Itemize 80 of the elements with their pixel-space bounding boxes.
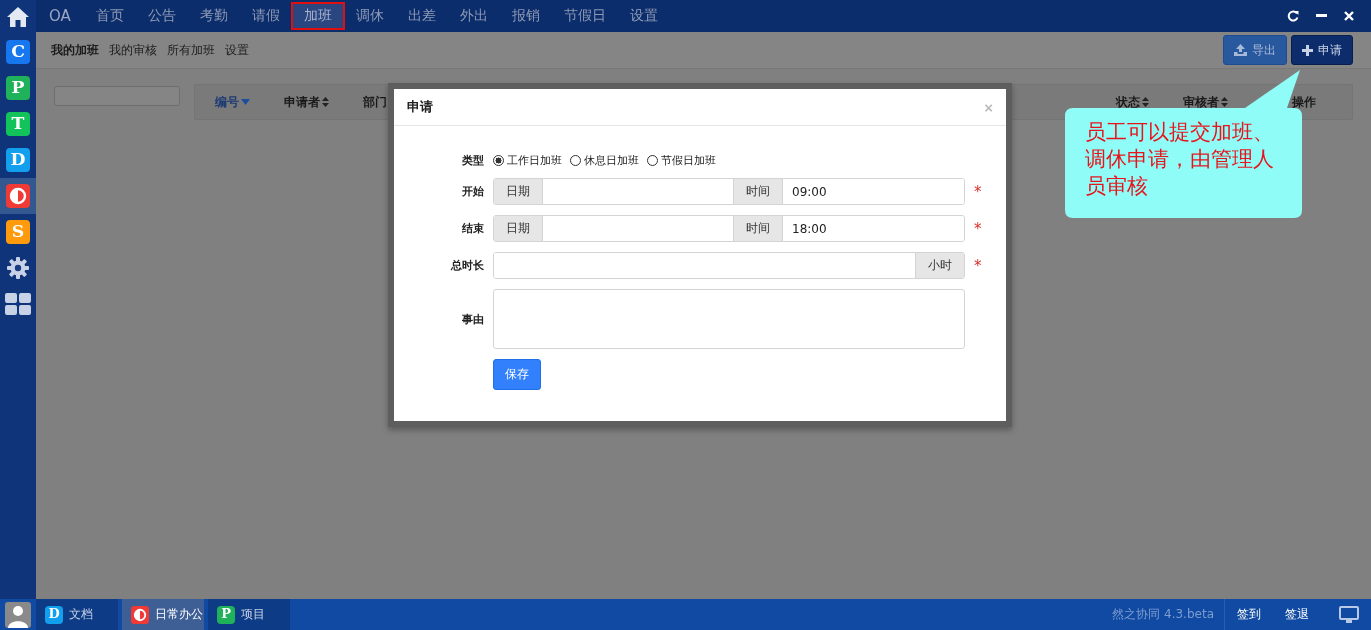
taskbar-item[interactable]: D 文档	[36, 599, 118, 630]
nav-tab[interactable]: 节假日	[552, 4, 617, 28]
grid-icon[interactable]	[5, 293, 31, 315]
app-icon[interactable]: C	[6, 40, 30, 64]
date-time-field[interactable]: 日期 时间 18:00	[493, 215, 965, 242]
sub-nav-link[interactable]: 设置	[225, 41, 249, 59]
plus-icon	[1302, 44, 1313, 56]
sort-icon[interactable]	[322, 97, 329, 107]
refresh-icon[interactable]	[1287, 10, 1299, 22]
sub-nav-link[interactable]: 我的审核	[109, 41, 157, 59]
required-mark: *	[974, 182, 983, 201]
taskbar-item[interactable]: 日常办公	[122, 599, 204, 630]
sort-icon[interactable]	[1142, 97, 1149, 107]
radio-option[interactable]: 节假日加班	[647, 153, 716, 168]
field-label: 类型	[461, 153, 484, 168]
column-header[interactable]: 申请者	[284, 93, 329, 111]
brand-link[interactable]: OA	[49, 7, 71, 25]
app-icon[interactable]: D	[6, 148, 30, 172]
addon-label: 日期	[494, 179, 543, 204]
nav-tab[interactable]: 加班	[292, 4, 343, 28]
column-header[interactable]: 状态	[1116, 93, 1149, 111]
addon-label: 时间	[734, 179, 783, 204]
addon-label: 小时	[915, 253, 964, 278]
sidebar-item[interactable]: P	[0, 70, 36, 106]
field-label: 结束	[461, 221, 484, 236]
required-mark: *	[974, 256, 983, 275]
upload-icon	[1234, 44, 1247, 56]
field-label: 总时长	[449, 258, 484, 273]
task-label[interactable]: 文档	[69, 606, 93, 623]
column-header[interactable]: 操作	[1292, 93, 1316, 111]
column-header[interactable]: 部门	[363, 93, 387, 111]
column-header[interactable]: 编号	[215, 93, 250, 111]
close-icon[interactable]	[1344, 11, 1354, 21]
column-header[interactable]: 审核者	[1183, 93, 1228, 111]
sign-button[interactable]: 签退	[1273, 606, 1321, 623]
date-time-field[interactable]: 日期 时间 09:00	[493, 178, 965, 205]
version-text: 然之协同 4.3.beta	[1112, 599, 1225, 630]
addon-label: 时间	[734, 216, 783, 241]
callout-text: 员工可以提交加班、调休申请，由管理人员审核	[1085, 119, 1275, 200]
reason-field[interactable]	[493, 289, 965, 349]
sidebar-item[interactable]: D	[0, 142, 36, 178]
nav-tab[interactable]: 考勤	[188, 4, 239, 28]
contrast-icon[interactable]	[6, 184, 30, 208]
required-mark: *	[974, 219, 983, 238]
radio-option[interactable]: 休息日加班	[570, 153, 639, 168]
sign-button[interactable]: 签到	[1225, 606, 1273, 623]
task-label[interactable]: 项目	[241, 606, 265, 623]
sub-nav-link[interactable]: 所有加班	[167, 41, 215, 59]
addon-label: 日期	[494, 216, 543, 241]
create-button[interactable]: 申请	[1291, 35, 1353, 65]
duration-field[interactable]: 小时	[493, 252, 965, 279]
app-icon[interactable]: P	[6, 76, 30, 100]
nav-tab[interactable]: 外出	[448, 4, 499, 28]
contrast-icon[interactable]	[131, 605, 149, 624]
taskbar-item[interactable]: P 项目	[208, 599, 290, 630]
sidebar-item[interactable]	[0, 178, 36, 214]
nav-tab[interactable]: 请假	[240, 4, 291, 28]
sub-nav-link[interactable]: 我的加班	[51, 41, 99, 59]
export-button[interactable]: 导出	[1223, 35, 1287, 65]
field-label: 开始	[461, 184, 484, 199]
sort-icon[interactable]	[1221, 97, 1228, 107]
monitor-icon[interactable]	[1339, 605, 1359, 624]
radio-option[interactable]: 工作日加班	[493, 153, 562, 168]
nav-tab[interactable]: 报销	[500, 4, 551, 28]
avatar-icon[interactable]	[5, 601, 31, 628]
nav-tab[interactable]: 调休	[344, 4, 395, 28]
settings-icon[interactable]	[6, 256, 30, 280]
minimize-icon[interactable]	[1316, 14, 1327, 18]
app-icon[interactable]: P	[217, 605, 235, 624]
dialog-title: 申请	[407, 98, 433, 116]
sidebar-item[interactable]: C	[0, 34, 36, 70]
field-label: 事由	[461, 311, 484, 327]
nav-tab[interactable]: 设置	[618, 4, 669, 28]
nav-tab[interactable]: 首页	[84, 4, 135, 28]
home-icon[interactable]	[6, 6, 30, 28]
nav-tab[interactable]: 出差	[396, 4, 447, 28]
save-button[interactable]: 保存	[493, 359, 541, 390]
task-label[interactable]: 日常办公	[155, 606, 203, 623]
app-icon[interactable]: D	[45, 605, 63, 624]
nav-tab[interactable]: 公告	[136, 4, 187, 28]
